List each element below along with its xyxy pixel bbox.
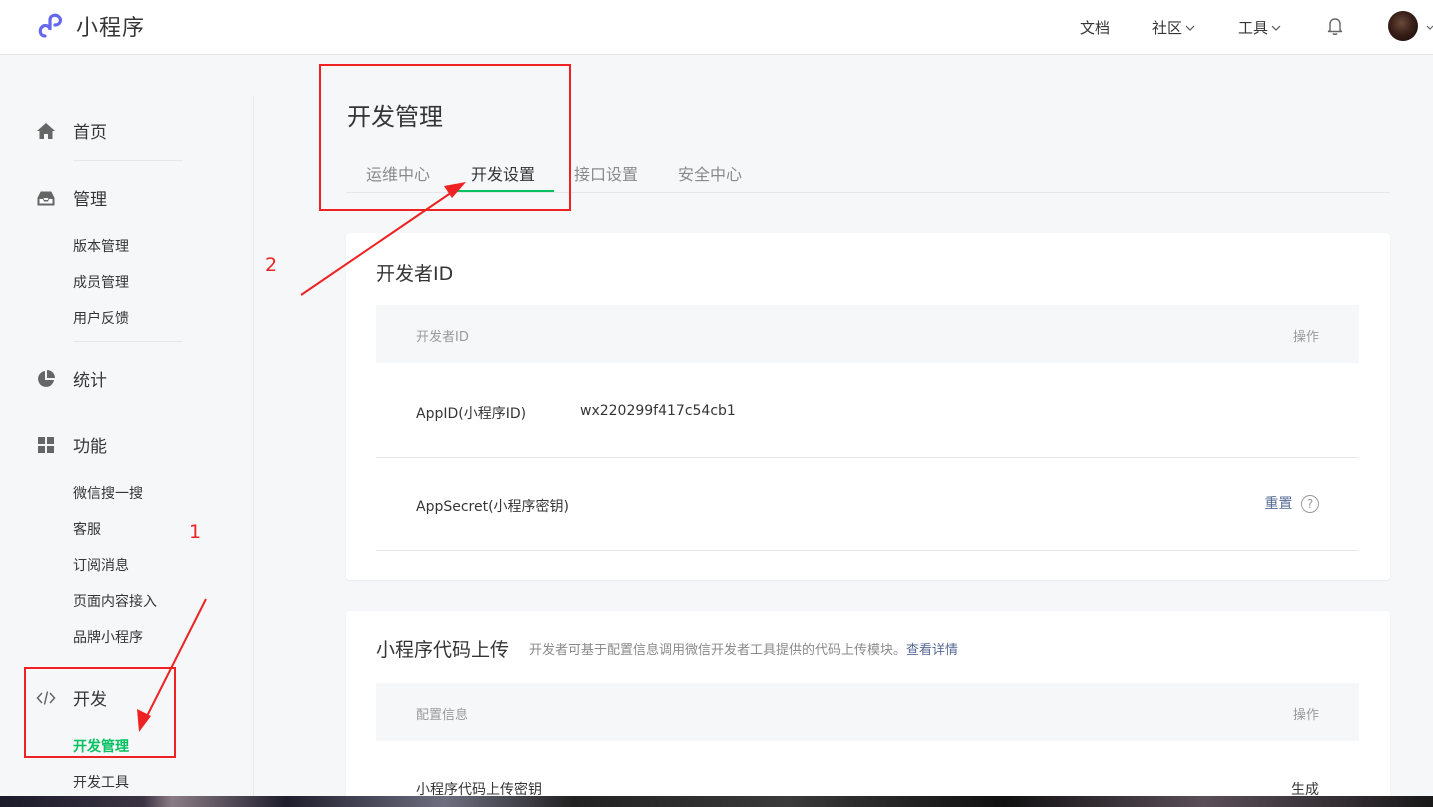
- home-icon: [37, 122, 55, 139]
- sidebar-item-dev-tools[interactable]: 开发工具: [73, 772, 129, 792]
- nav-tools[interactable]: 工具: [1238, 0, 1281, 55]
- chevron-down-icon: [1271, 25, 1281, 31]
- app-title: 小程序: [76, 16, 146, 41]
- annotation-label-1: 1: [189, 521, 202, 543]
- table-row: AppSecret(小程序密钥) 重置 ?: [376, 458, 1359, 551]
- tab-api-settings[interactable]: 接口设置: [574, 161, 638, 185]
- card-title: 开发者ID: [376, 263, 454, 285]
- sidebar-item-label: 首页: [73, 123, 107, 143]
- top-bar: 小程序 文档 社区 工具: [0, 0, 1433, 55]
- sidebar-item-label: 统计: [73, 371, 107, 391]
- inbox-icon: [37, 191, 55, 205]
- sidebar-divider: [73, 160, 183, 161]
- chevron-down-icon: [1185, 25, 1195, 31]
- sidebar-item-subscribe-message[interactable]: 订阅消息: [73, 555, 129, 575]
- sidebar-item-member-manage[interactable]: 成员管理: [73, 272, 129, 292]
- column-header: 操作: [1292, 708, 1319, 723]
- avatar[interactable]: [1388, 11, 1418, 41]
- taskbar-strip: [0, 796, 1433, 807]
- miniprogram-logo-icon: [38, 13, 62, 38]
- appid-label: AppID(小程序ID): [416, 406, 527, 422]
- grid-icon: [38, 436, 54, 453]
- table-header: 开发者ID 操作: [376, 305, 1359, 363]
- help-icon[interactable]: ?: [1301, 495, 1319, 513]
- sidebar-item-customer-service[interactable]: 客服: [73, 519, 101, 539]
- description-text: 开发者可基于配置信息调用微信开发者工具提供的代码上传模块。: [529, 643, 907, 658]
- annotation-box-tabs: [319, 64, 571, 211]
- appid-value: wx220299f417c54cb1: [580, 403, 736, 419]
- sidebar-item-wechat-search[interactable]: 微信搜一搜: [73, 483, 143, 503]
- view-details-link[interactable]: 查看详情: [906, 643, 958, 658]
- sidebar-item-version-manage[interactable]: 版本管理: [73, 236, 129, 256]
- appsecret-actions: 重置 ?: [1265, 493, 1319, 513]
- code-upload-card: 小程序代码上传 开发者可基于配置信息调用微信开发者工具提供的代码上传模块。查看详…: [346, 611, 1390, 807]
- appsecret-label: AppSecret(小程序密钥): [416, 499, 570, 515]
- sidebar-item-features[interactable]: 功能: [36, 432, 107, 457]
- card-title: 小程序代码上传: [376, 639, 510, 661]
- sidebar-item-label: 管理: [73, 190, 107, 210]
- table-header: 配置信息 操作: [376, 683, 1359, 741]
- column-header: 操作: [1292, 330, 1319, 345]
- nav-community[interactable]: 社区: [1152, 0, 1195, 55]
- sidebar-item-stats[interactable]: 统计: [36, 366, 107, 391]
- reset-button[interactable]: 重置: [1265, 496, 1293, 512]
- nav-tools-label: 工具: [1238, 19, 1269, 37]
- pie-chart-icon: [38, 369, 55, 387]
- tab-security-center[interactable]: 安全中心: [678, 161, 742, 185]
- annotation-label-2: 2: [265, 254, 278, 276]
- sidebar-item-home[interactable]: 首页: [36, 118, 107, 143]
- table-row: AppID(小程序ID) wx220299f417c54cb1: [376, 363, 1359, 458]
- sidebar-item-user-feedback[interactable]: 用户反馈: [73, 308, 129, 328]
- column-header: 配置信息: [416, 708, 469, 723]
- bell-icon[interactable]: [1324, 15, 1346, 37]
- card-description: 开发者可基于配置信息调用微信开发者工具提供的代码上传模块。查看详情: [529, 639, 958, 658]
- sidebar-item-page-content[interactable]: 页面内容接入: [73, 591, 157, 611]
- chevron-down-icon[interactable]: [1426, 24, 1433, 32]
- sidebar-item-label: 功能: [73, 437, 107, 457]
- nav-docs[interactable]: 文档: [1080, 0, 1110, 55]
- developer-id-card: 开发者ID 开发者ID 操作 AppID(小程序ID) wx220299f417…: [346, 233, 1390, 580]
- nav-docs-label: 文档: [1080, 19, 1111, 37]
- sidebar-divider: [73, 341, 183, 342]
- sidebar-item-brand-miniprogram[interactable]: 品牌小程序: [73, 627, 143, 647]
- card-title-row: 小程序代码上传 开发者可基于配置信息调用微信开发者工具提供的代码上传模块。查看详…: [376, 635, 958, 662]
- column-header: 开发者ID: [416, 330, 469, 345]
- sidebar-divider: [253, 96, 254, 807]
- nav-community-label: 社区: [1152, 19, 1183, 37]
- logo[interactable]: 小程序: [36, 10, 145, 42]
- sidebar-item-manage[interactable]: 管理: [36, 185, 107, 210]
- annotation-box-dev-manage: [24, 667, 176, 758]
